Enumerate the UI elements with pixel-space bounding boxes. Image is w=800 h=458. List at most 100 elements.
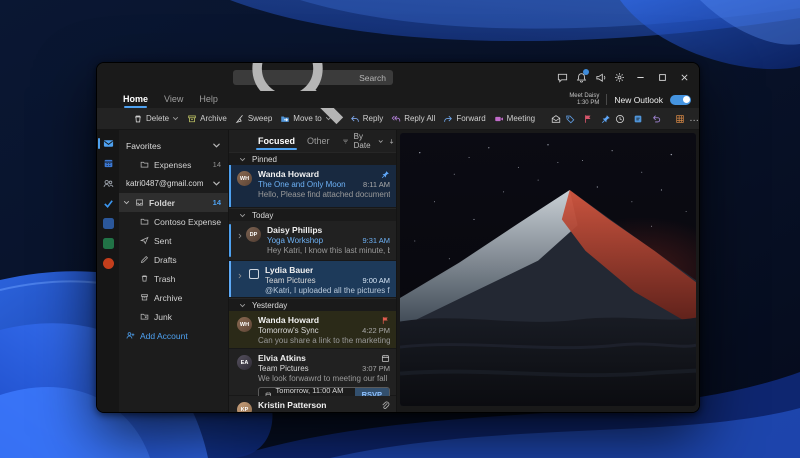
folder-trash[interactable]: Trash: [119, 269, 228, 288]
flag-icon[interactable]: [381, 316, 390, 325]
avatar: EA: [237, 355, 252, 370]
tab-home[interactable]: Home: [123, 91, 148, 108]
todo-check-icon: [103, 198, 114, 209]
section-today[interactable]: Today: [229, 208, 396, 221]
chevron-down-icon: [239, 212, 246, 219]
sort-direction-icon[interactable]: [388, 137, 395, 146]
new-outlook-toggle[interactable]: [670, 95, 691, 105]
reply-all-icon: [391, 114, 401, 124]
new-outlook-label: New Outlook: [614, 95, 663, 105]
unread-count: 14: [213, 160, 221, 169]
ribbon-tabs: Home View Help Meet Daisy 1:30 PM New Ou…: [97, 91, 699, 108]
folder-sent[interactable]: Sent: [119, 231, 228, 250]
email-row-lydia-selected[interactable]: Lydia Bauer Team Pictures9:00 AM @Katri,…: [229, 261, 396, 298]
tab-focused[interactable]: Focused: [258, 130, 295, 152]
avatar: WH: [237, 317, 252, 332]
chevron-down-icon: [378, 138, 383, 145]
table-grid-icon: [675, 114, 685, 124]
email-row-elvia[interactable]: EA Elvia Atkins Team Pictures3:07 PM We …: [229, 349, 396, 396]
rail-word[interactable]: [97, 218, 119, 229]
read-unread-button[interactable]: [551, 114, 561, 124]
search-input[interactable]: Search: [233, 70, 393, 85]
gear-icon: [614, 72, 625, 83]
excel-icon: [103, 238, 114, 249]
minimize-button[interactable]: [629, 65, 651, 89]
email-row-wanda-flagged[interactable]: WH Wanda Howard Tomorrow's Sync4:22 PM C…: [229, 311, 396, 349]
flag-icon: [583, 114, 593, 124]
add-account-button[interactable]: Add Account: [119, 326, 228, 345]
rail-people[interactable]: [97, 178, 119, 189]
tab-help[interactable]: Help: [199, 91, 218, 108]
reply-all-button[interactable]: Reply All: [389, 114, 437, 124]
timestamp: 3:07 PM: [362, 364, 390, 373]
rail-powerpoint[interactable]: [97, 258, 119, 269]
email-row-daisy[interactable]: DP Daisy Phillips Yoga Workshop9:31 AM H…: [229, 221, 396, 261]
settings-button[interactable]: [610, 66, 629, 88]
rail-calendar[interactable]: [97, 158, 119, 169]
open-mail-icon: [551, 114, 561, 124]
folder-junk[interactable]: Junk: [119, 307, 228, 326]
folder-drafts[interactable]: Drafts: [119, 250, 228, 269]
tag-icon: [565, 114, 575, 124]
mountain-night-image: [400, 133, 696, 406]
close-button[interactable]: [673, 65, 695, 89]
account-header[interactable]: katri0487@gmail.com: [119, 174, 228, 193]
tab-view[interactable]: View: [164, 91, 183, 108]
select-checkbox[interactable]: [249, 269, 259, 279]
categorize-button[interactable]: [565, 114, 575, 124]
trash-icon: [140, 274, 149, 283]
sender-name: Elvia Atkins: [258, 353, 306, 363]
rail-selection-indicator: [98, 138, 100, 149]
table-button[interactable]: [675, 114, 685, 124]
archive-button[interactable]: Archive: [185, 114, 229, 124]
rules-button[interactable]: [633, 114, 643, 124]
email-row-kristin[interactable]: KP Kristin Patterson: [229, 396, 396, 412]
subject: Team Pictures: [265, 276, 316, 285]
inbox-icon: [135, 198, 144, 207]
more-options-button[interactable]: …: [689, 113, 699, 124]
folder-contoso-expenses[interactable]: Contoso Expenses: [119, 212, 228, 231]
preview-text: Can you share a link to the marketing do: [258, 336, 390, 345]
avatar: KP: [237, 402, 252, 412]
forward-icon: [443, 114, 453, 124]
forward-button[interactable]: Forward: [441, 114, 487, 124]
sort-by-date-button[interactable]: By Date: [354, 132, 384, 150]
folder-archive[interactable]: Archive: [119, 288, 228, 307]
notifications-button[interactable]: [572, 66, 591, 88]
maximize-button[interactable]: [651, 65, 673, 89]
thread-expand-chevron[interactable]: [237, 225, 243, 257]
email-photo-attachment[interactable]: [400, 133, 696, 406]
section-pinned[interactable]: Pinned: [229, 152, 396, 165]
favorites-header[interactable]: Favorites: [119, 136, 228, 155]
email-row-wanda-pinned[interactable]: WH Wanda Howard The One and Only Moon8:1…: [229, 165, 396, 208]
snooze-button[interactable]: [615, 114, 625, 124]
feedback-button[interactable]: [553, 66, 572, 88]
chevron-down-icon: [172, 115, 179, 122]
undo-button[interactable]: [651, 114, 661, 124]
sender-name: Wanda Howard: [258, 169, 319, 179]
chevron-down-icon: [212, 141, 221, 150]
archive-icon: [140, 293, 149, 302]
people-icon: [103, 178, 114, 189]
folder-inbox-selected[interactable]: Folder 14: [119, 193, 228, 212]
junk-folder-icon: [140, 312, 149, 321]
divider: [606, 94, 607, 105]
tab-other[interactable]: Other: [307, 130, 330, 152]
pin-button[interactable]: [601, 114, 611, 124]
rail-excel[interactable]: [97, 238, 119, 249]
rail-todo[interactable]: [97, 198, 119, 209]
delete-button[interactable]: Delete: [131, 114, 181, 124]
folder-expenses[interactable]: Expenses 14: [119, 155, 228, 174]
flag-button[interactable]: [583, 114, 593, 124]
titlebar: Search: [97, 63, 699, 91]
rail-mail[interactable]: [97, 138, 119, 149]
section-yesterday[interactable]: Yesterday: [229, 298, 396, 311]
thread-expand-chevron[interactable]: [237, 265, 243, 294]
subject: Team Pictures: [258, 364, 309, 373]
meeting-button[interactable]: Meeting: [492, 114, 537, 124]
chevron-down-icon: [239, 156, 246, 163]
subject: Yoga Workshop: [267, 236, 323, 245]
message-list: Focused Other By Date Pinned: [229, 130, 397, 412]
meet-now-status[interactable]: Meet Daisy 1:30 PM: [569, 93, 599, 107]
whats-new-button[interactable]: [591, 66, 610, 88]
